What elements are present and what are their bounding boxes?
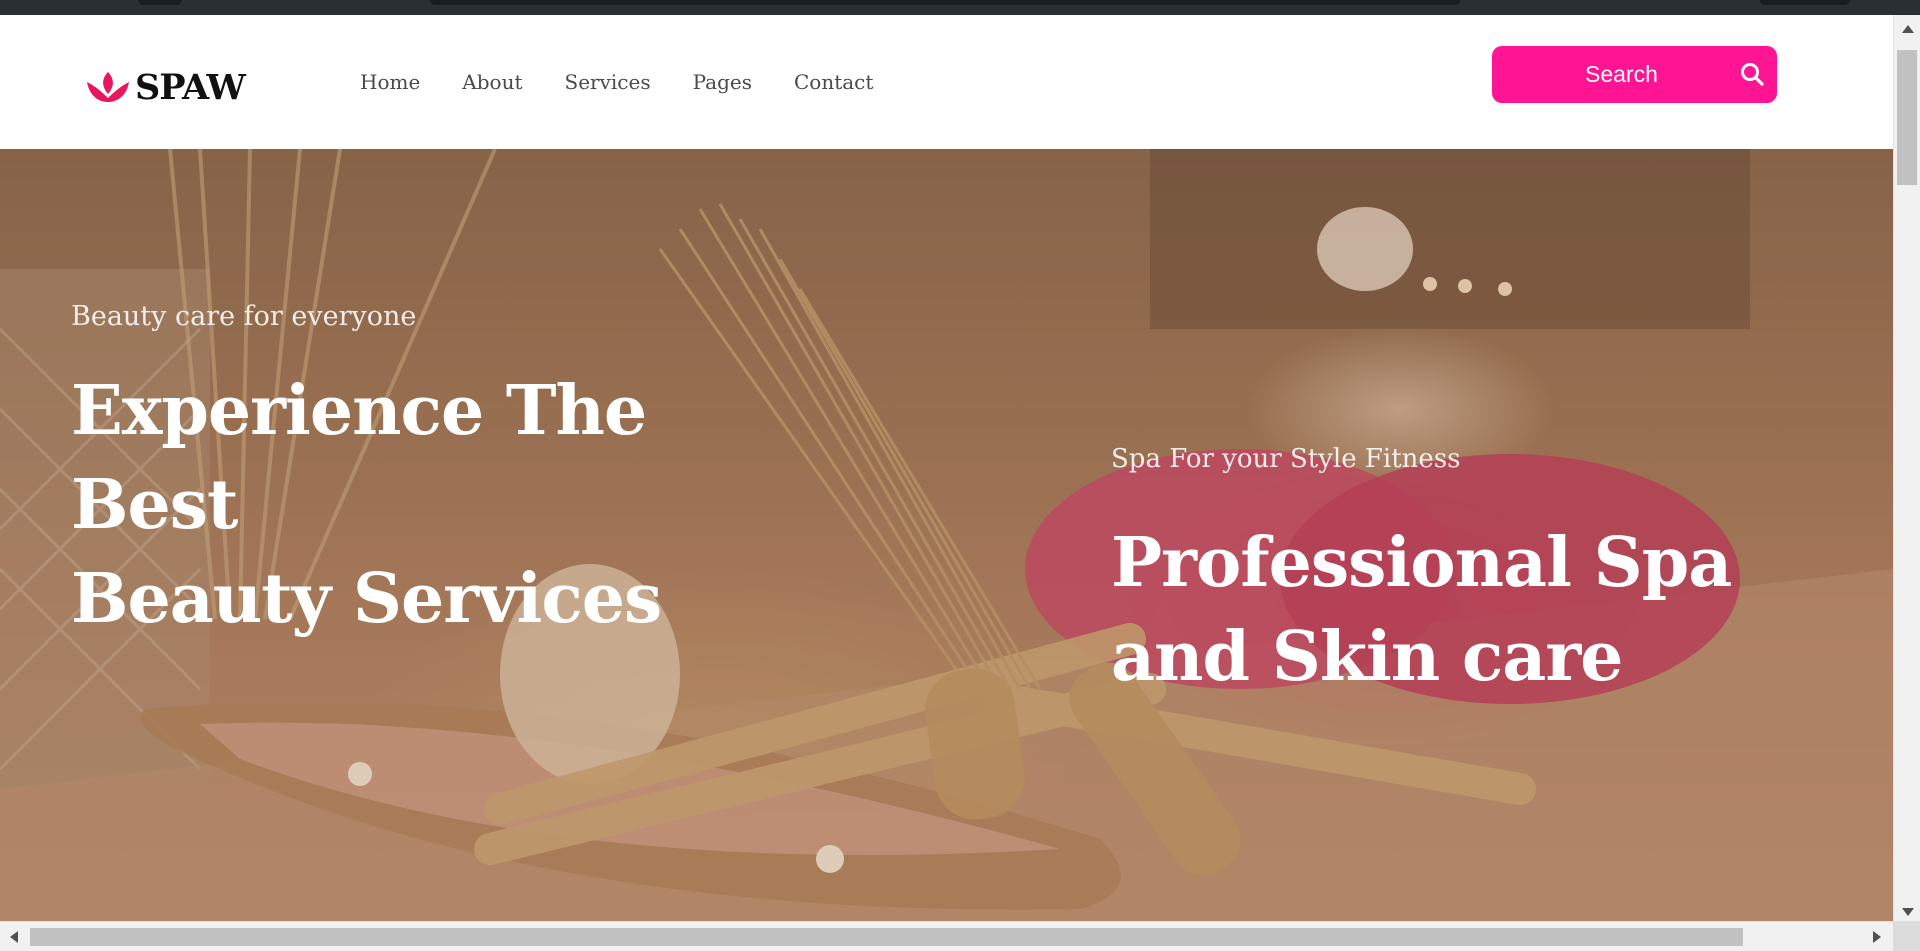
browser-address-bar-edge [430, 0, 1460, 5]
nav-item-contact[interactable]: Contact [794, 70, 873, 94]
nav-item-pages[interactable]: Pages [693, 70, 752, 94]
hero-right-headline: Professional Spa and Skin care [1111, 516, 1831, 704]
vertical-scroll-thumb[interactable] [1897, 50, 1917, 185]
search-button-label: Search [1585, 61, 1658, 87]
horizontal-scrollbar[interactable] [0, 921, 1893, 951]
lotus-icon [87, 71, 129, 102]
brand-logo[interactable]: SPAW [83, 67, 246, 108]
hero-left-kicker: Beauty care for everyone [71, 301, 417, 332]
hero-banner: Beauty care for everyone Experience The … [0, 149, 1893, 921]
scroll-left-arrow-icon[interactable] [10, 931, 18, 943]
scroll-right-arrow-icon[interactable] [1873, 931, 1881, 943]
brand-name: SPAW [135, 67, 246, 108]
scrollbar-corner [1893, 921, 1920, 951]
browser-control-edge [1760, 0, 1850, 5]
search-icon [1741, 63, 1764, 86]
main-nav: Home About Services Pages Contact [360, 15, 915, 149]
browser-tab-edge [138, 0, 182, 5]
hero-right-headline-line2: and Skin care [1111, 617, 1623, 697]
hero-left-headline-line1: Experience The Best [71, 371, 647, 545]
nav-item-about[interactable]: About [462, 70, 522, 94]
hero-right-headline-line1: Professional Spa [1111, 523, 1732, 603]
nav-item-home[interactable]: Home [360, 70, 420, 94]
vertical-scrollbar[interactable] [1893, 15, 1920, 921]
scroll-down-arrow-icon[interactable] [1902, 908, 1914, 916]
site-header: SPAW Home About Services Pages Contact S… [0, 15, 1893, 149]
hero-left-headline-line2: Beauty Services [71, 559, 662, 639]
scroll-up-arrow-icon[interactable] [1902, 25, 1914, 33]
horizontal-scroll-thumb[interactable] [30, 928, 1743, 946]
hero-left-text: Beauty care for everyone Experience The … [71, 301, 831, 646]
search-button[interactable]: Search [1492, 46, 1777, 103]
hero-left-headline: Experience The Best Beauty Services [71, 364, 831, 646]
browser-top-strip [0, 0, 1920, 15]
hero-right-kicker: Spa For your Style Fitness [1111, 444, 1461, 474]
hero-right-text: Spa For your Style Fitness Professional … [1111, 444, 1831, 704]
nav-item-services[interactable]: Services [565, 70, 651, 94]
